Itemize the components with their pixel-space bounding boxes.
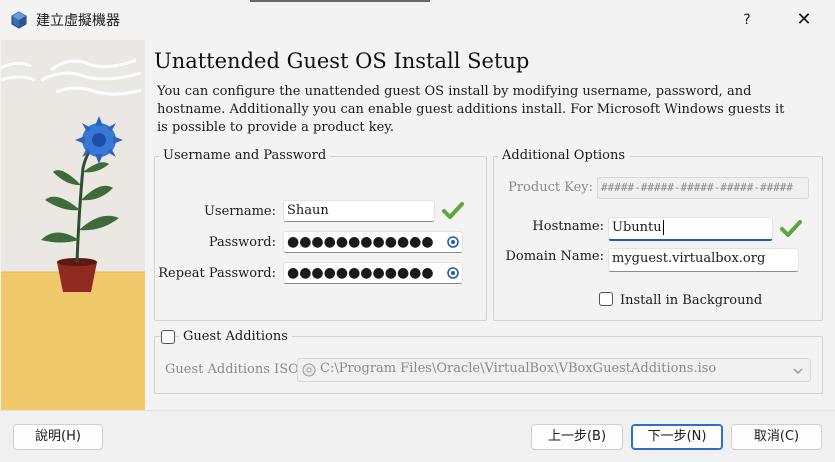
hostname-label: Hostname: (532, 219, 604, 234)
chevron-down-icon (793, 368, 803, 374)
close-button[interactable]: ✕ (790, 6, 818, 34)
next-button[interactable]: 下一步(N) (631, 424, 723, 450)
repeat-password-value: ●●●●●●●●●●●● (287, 265, 434, 281)
repeat-password-field[interactable]: ●●●●●●●●●●●● (283, 262, 463, 284)
cancel-button[interactable]: 取消(C) (731, 424, 822, 450)
back-button[interactable]: 上一步(B) (531, 424, 623, 450)
button-bar: 說明(H) 上一步(B) 下一步(N) 取消(C) (0, 410, 835, 462)
domain-name-label: Domain Name: (505, 249, 604, 264)
domain-name-field[interactable]: myguest.virtualbox.org (608, 248, 799, 272)
page-description: You can configure the unattended guest O… (157, 84, 785, 135)
wizard-banner-image (1, 40, 145, 410)
username-password-group: Username and Password Username: Shaun Pa… (154, 148, 487, 321)
repeat-password-label: Repeat Password: (158, 266, 276, 281)
help-title-button[interactable]: ? (735, 6, 759, 34)
product-key-placeholder: #####-#####-#####-#####-##### (601, 181, 794, 194)
guest-additions-iso-select: C:\Program Files\Oracle\VirtualBox\VBoxG… (297, 358, 811, 382)
show-repeat-password-icon[interactable] (447, 267, 459, 279)
additional-options-group-title: Additional Options (498, 148, 630, 163)
password-field[interactable]: ●●●●●●●●●●●● (283, 231, 463, 253)
product-key-field: #####-#####-#####-#####-##### (597, 177, 809, 199)
help-button[interactable]: 說明(H) (13, 424, 103, 450)
hostname-valid-check-icon (780, 220, 802, 237)
password-label: Password: (208, 235, 276, 250)
hostname-field[interactable]: Ubuntu (608, 217, 773, 241)
disc-icon (302, 363, 316, 377)
password-value: ●●●●●●●●●●●● (287, 234, 434, 250)
guest-additions-group: Guest Additions Guest Additions ISO: C:\… (154, 329, 823, 394)
username-valid-check-icon (442, 202, 464, 219)
guest-additions-iso-label: Guest Additions ISO: (165, 362, 304, 377)
background-window-edge (250, 0, 430, 4)
install-background-label[interactable]: Install in Background (620, 293, 762, 308)
guest-additions-label[interactable]: Guest Additions (179, 329, 292, 344)
domain-name-value: myguest.virtualbox.org (612, 251, 766, 266)
show-password-icon[interactable] (447, 236, 459, 248)
username-label: Username: (203, 204, 276, 219)
guest-additions-iso-path: C:\Program Files\Oracle\VirtualBox\VBoxG… (320, 361, 717, 376)
hostname-value: Ubuntu (612, 220, 662, 235)
username-value: Shaun (287, 203, 329, 218)
title-bar: 建立虛擬機器 ? ✕ (0, 0, 835, 40)
username-password-group-title: Username and Password (159, 148, 331, 163)
window-title: 建立虛擬機器 (36, 13, 120, 29)
username-field[interactable]: Shaun (283, 200, 435, 222)
additional-options-group: Additional Options Product Key: #####-##… (493, 148, 823, 321)
product-key-label: Product Key: (508, 180, 593, 195)
virtualbox-icon (11, 11, 27, 29)
install-background-checkbox[interactable] (599, 292, 613, 306)
page-title: Unattended Guest OS Install Setup (154, 49, 530, 73)
guest-additions-checkbox[interactable] (161, 330, 175, 344)
